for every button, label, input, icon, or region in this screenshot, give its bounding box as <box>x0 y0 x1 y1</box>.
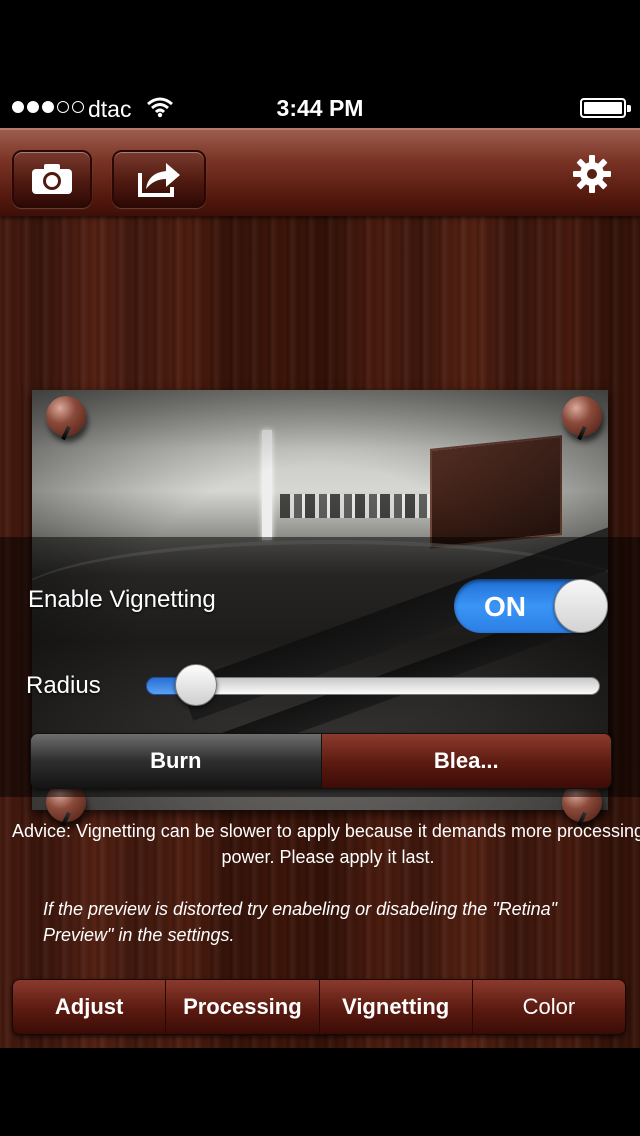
burn-segment[interactable]: Burn <box>31 734 321 788</box>
gear-icon <box>573 155 611 193</box>
tab-adjust[interactable]: Adjust <box>13 980 166 1034</box>
bleach-segment[interactable]: Blea... <box>320 734 611 788</box>
status-time: 3:44 PM <box>276 95 364 121</box>
battery-icon <box>580 98 631 118</box>
pushpin-icon <box>562 396 602 436</box>
enable-vignetting-label: Enable Vignetting <box>28 586 216 613</box>
pushpin-icon <box>46 396 86 436</box>
top-toolbar <box>0 128 640 216</box>
status-bar: dtac 3:44 PM <box>0 88 640 128</box>
settings-button[interactable] <box>572 154 612 194</box>
tab-processing[interactable]: Processing <box>165 980 319 1034</box>
tab-color[interactable]: Color <box>471 980 625 1034</box>
share-icon <box>138 163 180 197</box>
bottom-tab-bar: Adjust Processing Vignetting Color <box>12 979 626 1035</box>
toggle-knob <box>554 579 608 633</box>
bottom-black-area <box>0 1048 640 1136</box>
camera-icon <box>32 164 72 194</box>
camera-button[interactable] <box>12 150 92 208</box>
tab-vignetting[interactable]: Vignetting <box>318 980 472 1034</box>
advice-text: Advice: Vignetting can be slower to appl… <box>11 821 640 867</box>
enable-vignetting-toggle[interactable]: ON <box>454 579 608 633</box>
toggle-on-label: ON <box>484 591 526 622</box>
radius-label: Radius <box>26 672 101 699</box>
vignette-mode-segmented-control: Burn Blea... <box>30 733 612 789</box>
preview-tip-text: If the preview is distorted try enabelin… <box>43 899 558 945</box>
share-button[interactable] <box>112 150 206 208</box>
radius-slider-handle[interactable] <box>174 664 217 706</box>
